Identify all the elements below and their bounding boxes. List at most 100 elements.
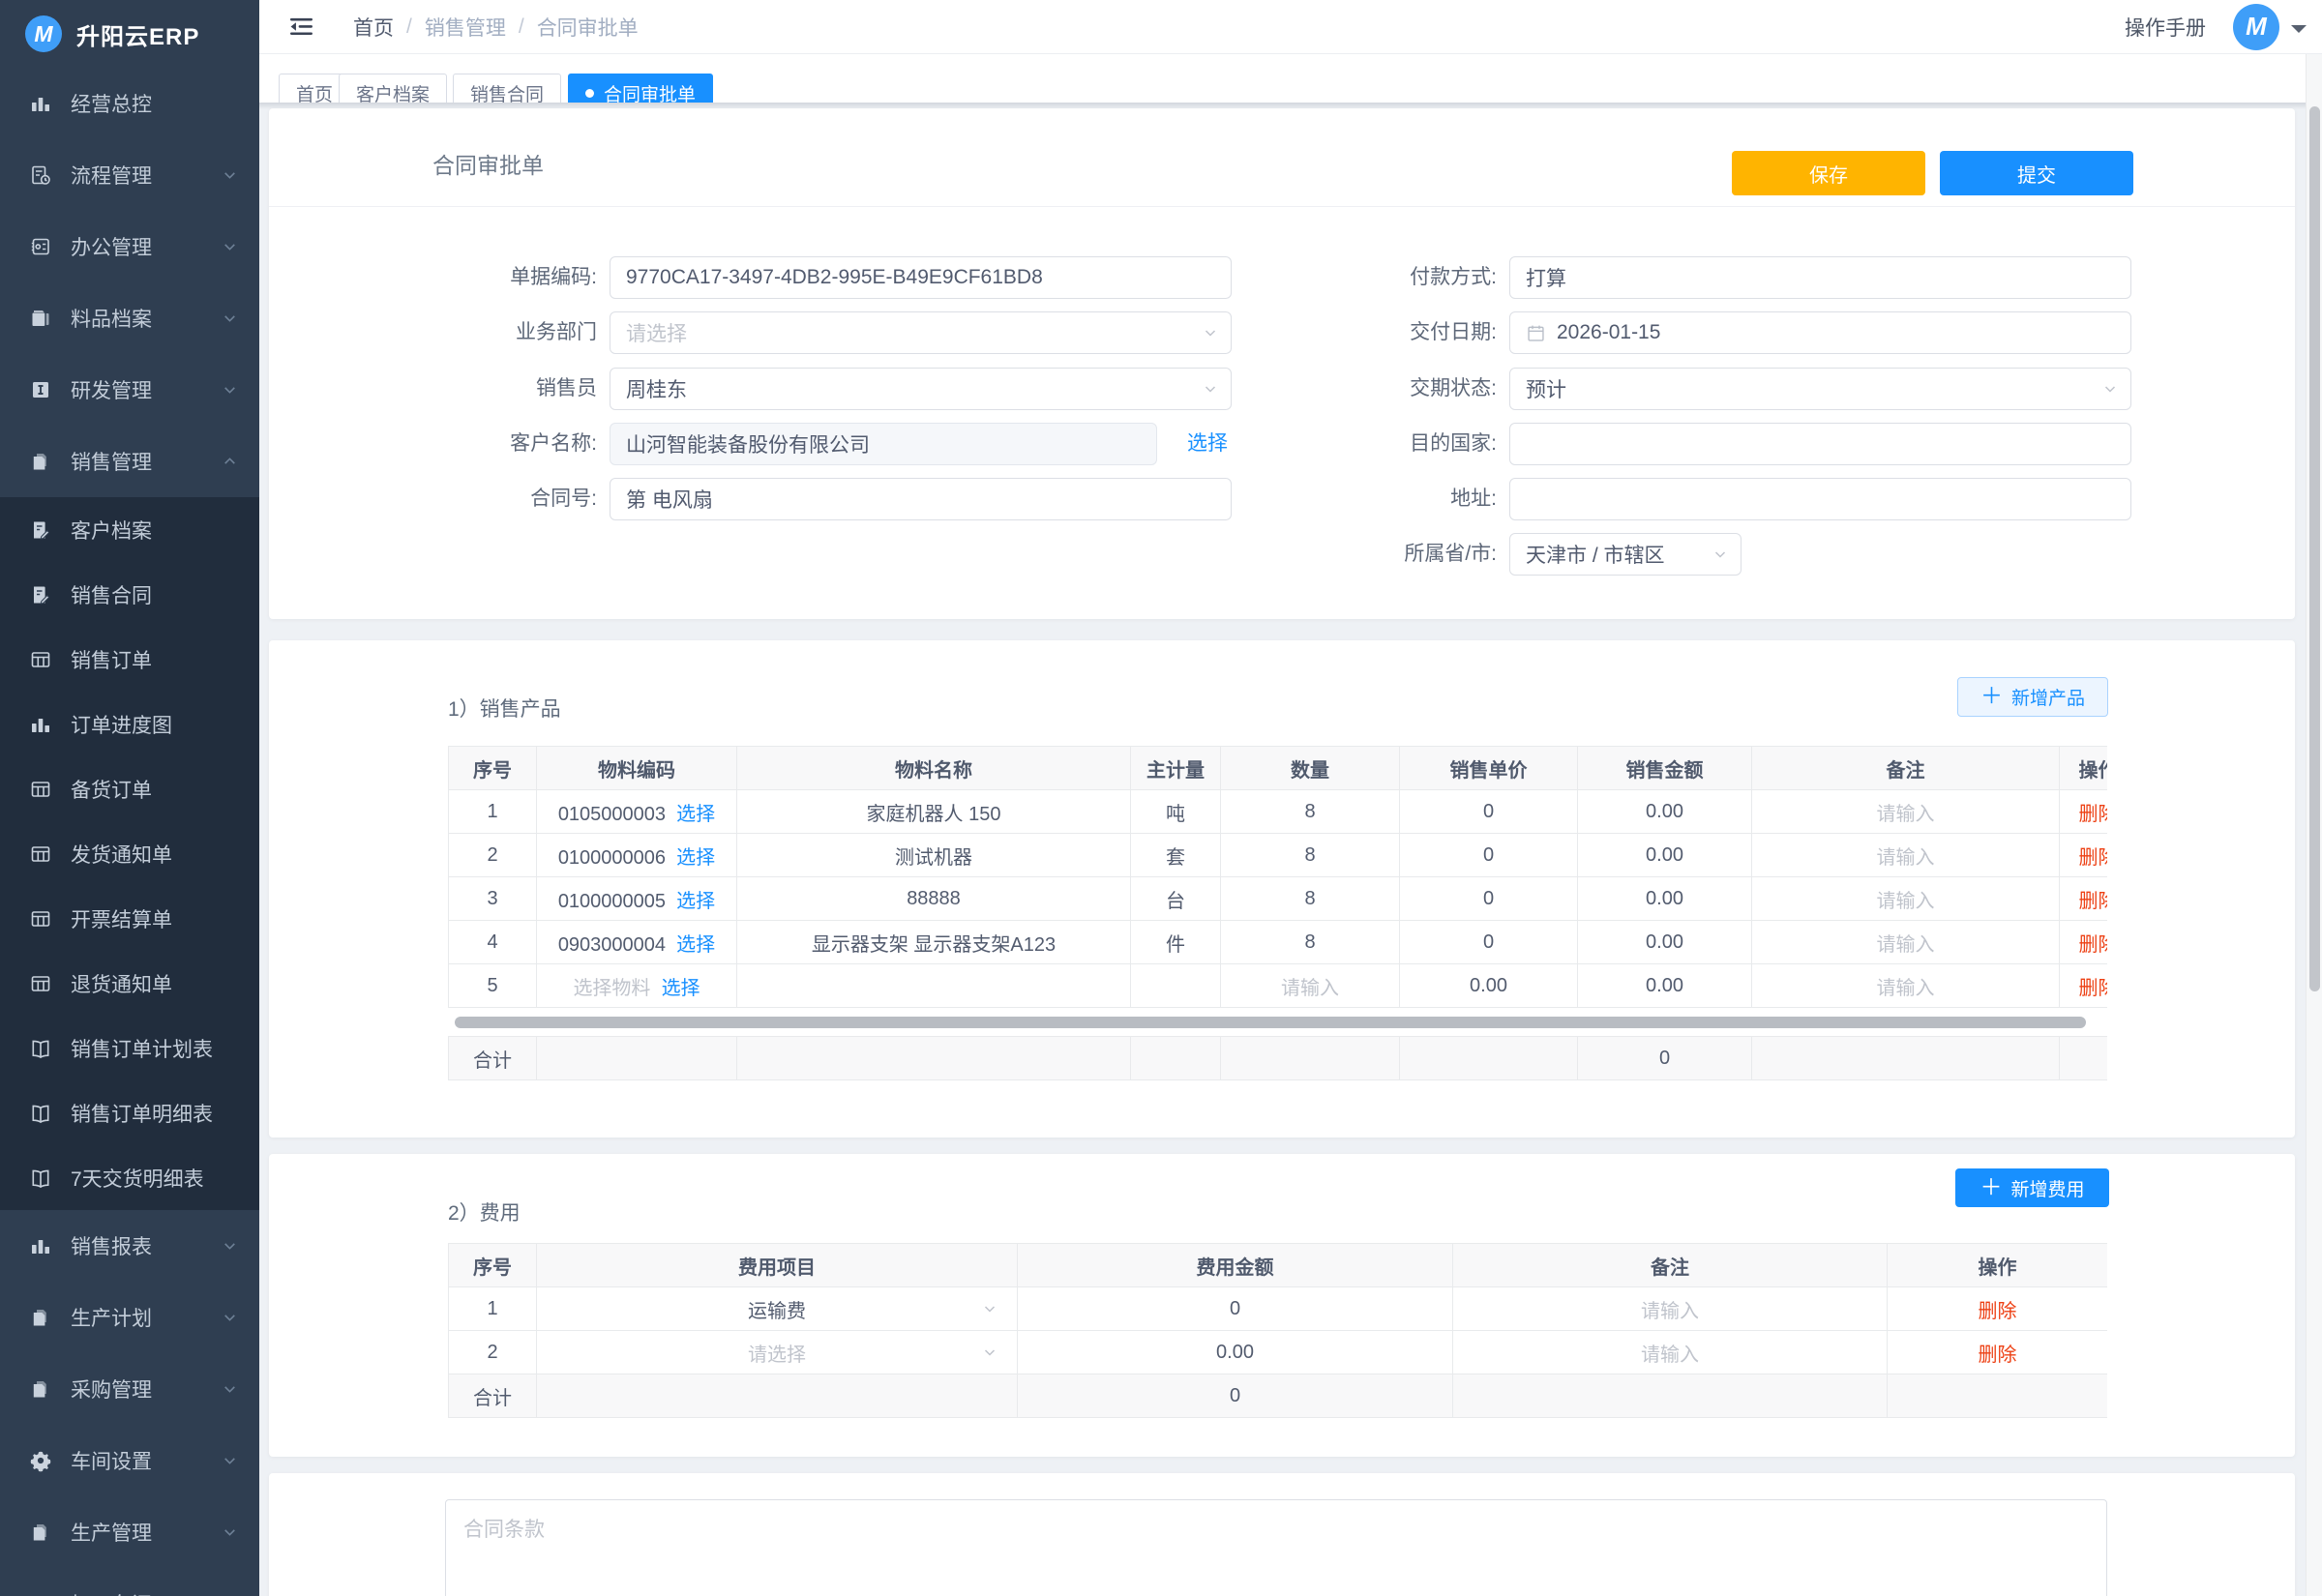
delete-link[interactable]: 删除 [2079, 891, 2108, 912]
breadcrumb-separator: / [519, 15, 524, 39]
sidebar-item-采购管理[interactable]: 采购管理 [0, 1353, 259, 1425]
expense-amount-cell[interactable]: 0.00 [1018, 1331, 1453, 1374]
material-code-cell[interactable]: 0903000004 选择 [537, 921, 737, 964]
field-value: 天津市 / 市辖区 [1526, 540, 1665, 569]
choose-customer-link[interactable]: 选择 [1187, 423, 1228, 465]
field-客户名称[interactable]: 山河智能装备股份有限公司 [610, 423, 1157, 465]
sidebar-item-销售订单计划表[interactable]: 销售订单计划表 [0, 1016, 259, 1080]
delete-link[interactable]: 删除 [2079, 847, 2108, 869]
collapse-sidebar-icon[interactable] [288, 15, 314, 38]
field-所属省市[interactable]: 天津市 / 市辖区 [1509, 533, 1742, 576]
remark-cell[interactable]: 请输入 [1752, 921, 2060, 964]
sidebar-item-办公管理[interactable]: 办公管理 [0, 211, 259, 282]
breadcrumb-item[interactable]: 首页 [353, 13, 394, 42]
sidebar-item-加工车间[interactable]: 加工车间 [0, 1568, 259, 1596]
delete-link[interactable]: 删除 [1979, 1301, 2017, 1322]
sidebar-item-经营总控[interactable]: 经营总控 [0, 68, 259, 139]
remark-cell[interactable]: 请输入 [1453, 1287, 1888, 1331]
add-expense-button[interactable]: ＋ 新增费用 [1955, 1168, 2109, 1207]
sidebar-item-销售报表[interactable]: 销售报表 [0, 1210, 259, 1282]
qty-cell[interactable]: 8 [1221, 921, 1400, 964]
qty-cell[interactable]: 8 [1221, 877, 1400, 921]
manual-link[interactable]: 操作手册 [2125, 13, 2206, 42]
delete-link[interactable]: 删除 [1979, 1345, 2017, 1366]
sidebar-item-退货通知单[interactable]: 退货通知单 [0, 951, 259, 1016]
expense-item-select[interactable]: 请选择 [537, 1331, 1018, 1374]
choose-material-link[interactable]: 选择 [676, 934, 715, 956]
field-交期状态[interactable]: 预计 [1509, 368, 2131, 410]
add-product-button[interactable]: ＋ 新增产品 [1957, 677, 2108, 717]
price-cell[interactable]: 0 [1400, 877, 1578, 921]
field-单据编码[interactable]: 9770CA17-3497-4DB2-995E-B49E9CF61BD8 [610, 256, 1232, 299]
horizontal-scrollbar[interactable] [448, 1016, 2107, 1029]
sidebar-item-生产计划[interactable]: 生产计划 [0, 1282, 259, 1353]
field-交付日期[interactable]: 2026-01-15 [1509, 311, 2131, 354]
office-icon [29, 235, 52, 258]
price-cell[interactable]: 0 [1400, 834, 1578, 877]
material-code-cell[interactable]: 0105000003 选择 [537, 790, 737, 834]
field-地址[interactable] [1509, 478, 2131, 520]
choose-material-link[interactable]: 选择 [676, 847, 715, 869]
horizontal-scrollbar-thumb[interactable] [455, 1017, 2086, 1028]
user-dropdown-caret-icon[interactable] [2291, 25, 2307, 41]
expense-amount-cell[interactable]: 0 [1018, 1287, 1453, 1331]
field-合同号[interactable]: 第 电风扇 [610, 478, 1232, 520]
choose-material-link[interactable]: 选择 [676, 891, 715, 912]
sidebar-item-label: 销售订单 [71, 645, 152, 674]
price-cell[interactable]: 0 [1400, 790, 1578, 834]
avatar[interactable]: M [2233, 4, 2279, 50]
submit-button[interactable]: 提交 [1940, 151, 2133, 195]
delete-link[interactable]: 删除 [2079, 934, 2108, 956]
sidebar-item-流程管理[interactable]: 流程管理 [0, 139, 259, 211]
column-header: 销售金额 [1578, 747, 1752, 790]
delete-link[interactable]: 删除 [2079, 978, 2108, 999]
page-scrollbar-thumb[interactable] [2309, 106, 2320, 991]
sidebar-item-备货订单[interactable]: 备货订单 [0, 756, 259, 821]
delete-link[interactable]: 删除 [2079, 804, 2108, 825]
contract-terms-textarea[interactable]: 合同条款 [445, 1499, 2107, 1596]
material-code-cell[interactable]: 0100000005 选择 [537, 877, 737, 921]
op-cell: 删除 [1888, 1331, 2108, 1374]
price-cell[interactable]: 0 [1400, 921, 1578, 964]
price-cell[interactable]: 0.00 [1400, 964, 1578, 1008]
choose-material-link[interactable]: 选择 [676, 804, 715, 825]
sidebar-item-料品档案[interactable]: 料品档案 [0, 282, 259, 354]
sidebar-item-销售合同[interactable]: 销售合同 [0, 562, 259, 627]
qty-cell[interactable]: 8 [1221, 834, 1400, 877]
sidebar-item-7天交货明细表[interactable]: 7天交货明细表 [0, 1145, 259, 1210]
remark-cell[interactable]: 请输入 [1453, 1331, 1888, 1374]
choose-material-link[interactable]: 选择 [662, 978, 700, 999]
sidebar-item-客户档案[interactable]: 客户档案 [0, 497, 259, 562]
qty-cell[interactable]: 8 [1221, 790, 1400, 834]
sidebar-item-订单进度图[interactable]: 订单进度图 [0, 692, 259, 756]
sidebar-item-生产管理[interactable]: 生产管理 [0, 1496, 259, 1568]
sidebar-item-车间设置[interactable]: 车间设置 [0, 1425, 259, 1496]
material-code-cell[interactable]: 0100000006 选择 [537, 834, 737, 877]
sidebar-item-销售订单明细表[interactable]: 销售订单明细表 [0, 1080, 259, 1145]
remark-cell[interactable]: 请输入 [1752, 877, 2060, 921]
remark-cell[interactable]: 请输入 [1752, 834, 2060, 877]
sidebar-item-销售管理[interactable]: 销售管理 [0, 426, 259, 497]
field-付款方式[interactable]: 打算 [1509, 256, 2131, 299]
row-index: 2 [449, 834, 537, 877]
page-scrollbar[interactable] [2306, 54, 2322, 1596]
expenses-table: 序号费用项目费用金额备注操作 1 运输费 0 请输入 删除 2 请选择 0.00… [448, 1243, 2107, 1418]
field-目的国家[interactable] [1509, 423, 2131, 465]
sidebar-item-研发管理[interactable]: 研发管理 [0, 354, 259, 426]
expense-item-select[interactable]: 运输费 [537, 1287, 1018, 1331]
sidebar-item-发货通知单[interactable]: 发货通知单 [0, 821, 259, 886]
save-button[interactable]: 保存 [1732, 151, 1925, 195]
sidebar-item-销售订单[interactable]: 销售订单 [0, 627, 259, 692]
breadcrumb: 首页/销售管理/合同审批单 [353, 13, 639, 42]
qty-cell[interactable]: 请输入 [1221, 964, 1400, 1008]
remark-cell[interactable]: 请输入 [1752, 964, 2060, 1008]
chevron-down-icon [1203, 381, 1218, 397]
field-业务部门[interactable]: 请选择 [610, 311, 1232, 354]
column-header: 操作 [2060, 747, 2108, 790]
unit-cell: 套 [1131, 834, 1221, 877]
material-code-cell[interactable]: 选择物料 选择 [537, 964, 737, 1008]
field-销售员[interactable]: 周桂东 [610, 368, 1232, 410]
chevron-down-icon [222, 1381, 238, 1398]
sidebar-item-开票结算单[interactable]: 开票结算单 [0, 886, 259, 951]
remark-cell[interactable]: 请输入 [1752, 790, 2060, 834]
